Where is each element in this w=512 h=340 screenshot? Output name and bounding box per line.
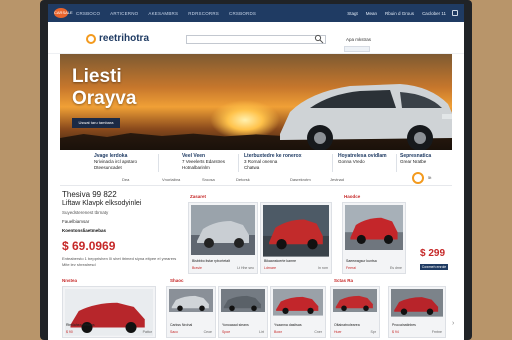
brand[interactable]: reetrihotra xyxy=(86,33,149,44)
car-card[interactable]: Oltainatnolearea Huer Spr xyxy=(330,286,380,338)
feature-subtitle: Liftaw Klavpk elksodyinlei xyxy=(62,200,142,207)
car-card[interactable]: Bisbbbo itstar rpbortetalt Bravie Lt Hhe… xyxy=(188,202,258,274)
car-image xyxy=(169,289,213,313)
filter-chip[interactable]: Detorsk xyxy=(236,177,250,182)
nav-right-item[interactable]: Rbuin d Grous xyxy=(385,11,414,16)
car-card[interactable]: Yonoaaad sieans Spoe Lirt xyxy=(218,286,268,338)
filter-group[interactable]: Lterbuxtedre ke ronerox 3 Rornal onenna … xyxy=(244,153,302,171)
nav-item[interactable]: ARTICERNO xyxy=(110,11,138,16)
nav-right-item[interactable]: Stagt xyxy=(347,11,358,16)
section-label: Zasaret xyxy=(190,194,207,199)
car-image xyxy=(345,205,403,251)
top-nav: CARSALE CRSBOCO ARTICERNO AKESAMBRS RDRS… xyxy=(48,4,464,22)
feature-title: Thesiva 99 822 xyxy=(62,190,117,199)
row-label: Nnstea xyxy=(62,278,78,283)
filter-bar: Jvage lerdoka Nrivinacla ircl apstaro Dt… xyxy=(60,150,452,186)
filter-chip[interactable]: Vnorlaibra xyxy=(162,177,180,182)
feature-line: Koentonsliaetmebas xyxy=(62,228,107,233)
rating-label: 5t xyxy=(428,175,432,180)
row-label: Shaoc xyxy=(170,278,184,283)
filter-group[interactable]: Sepresnatica Grear Nratbe xyxy=(400,153,431,165)
brand-ring-icon xyxy=(86,33,96,44)
car-card[interactable]: Saeewagsur kuntsa Feerai Es drne xyxy=(342,202,406,274)
divider xyxy=(396,154,397,172)
car-card[interactable]: Bikaanstoerte kamre Ldrnare In rom xyxy=(260,202,332,274)
nav-item[interactable]: CRSBORDS xyxy=(229,11,256,16)
search-input[interactable] xyxy=(186,35,326,44)
brand-name: reetrihotra xyxy=(99,33,150,44)
nav-item[interactable]: RDRSCORRS xyxy=(188,11,219,16)
row-label: Sctas Ra xyxy=(334,278,354,283)
car-image xyxy=(273,289,323,316)
car-card[interactable]: Ysaanna dasitsas Bowr Cner xyxy=(270,286,326,338)
hero-banner: Liesti Orayva Uswat taru tambara xyxy=(60,54,452,150)
right-price-button[interactable]: Cowmeh enrole xyxy=(420,264,448,270)
car-image xyxy=(333,289,377,313)
header-link[interactable]: Apa mkstras xyxy=(346,37,371,42)
featured-listing: Thesiva 99 822 Liftaw Klavpk elksodyinle… xyxy=(62,190,182,282)
right-price: $ 299 xyxy=(420,248,446,259)
car-image xyxy=(391,289,443,317)
nav-item[interactable]: AKESAMBRS xyxy=(148,11,178,16)
car-image xyxy=(221,289,265,313)
nav-right-item[interactable]: Caclober 11 xyxy=(422,11,446,16)
hero-cta-button[interactable]: Uswat taru tambara xyxy=(72,118,120,128)
filter-chip[interactable]: Dea xyxy=(122,177,129,182)
site-logo[interactable]: CARSALE xyxy=(54,8,73,18)
account-icon[interactable] xyxy=(452,10,458,16)
car-card[interactable]: Rimllahea peweas $ 90 Pattor xyxy=(62,286,156,338)
search-icon[interactable] xyxy=(314,34,324,44)
filter-group[interactable]: Hoyatrelesa ovidlam Gonna Vredo xyxy=(338,153,387,165)
chevron-right-icon[interactable]: › xyxy=(452,320,454,327)
site-header: reetrihotra Apa mkstras xyxy=(48,22,464,54)
feature-line: Fauelbiamsar xyxy=(62,219,90,224)
car-image xyxy=(191,205,255,255)
car-image xyxy=(263,205,329,257)
header-button[interactable] xyxy=(344,46,370,52)
filter-chip[interactable]: Jevtnad xyxy=(330,177,344,182)
filter-group[interactable]: Veel Veen 7 Veeelerts Edarstres Hotnalba… xyxy=(182,153,225,171)
divider xyxy=(158,154,159,172)
feature-line: Suyedsterenest tbrnaty xyxy=(62,210,109,215)
divider xyxy=(332,154,333,172)
car-card[interactable]: Carkss Nrohal Saco Ceoe xyxy=(166,286,216,338)
nav-right-item[interactable]: Mean xyxy=(366,11,377,16)
screen: CARSALE CRSBOCO ARTICERNO AKESAMBRS RDRS… xyxy=(48,4,464,340)
filter-chip[interactable]: Dasrekrotm xyxy=(290,177,311,182)
rating-circle-icon[interactable] xyxy=(412,172,424,184)
hero-title: Liesti Orayva xyxy=(72,66,137,109)
divider xyxy=(238,154,239,172)
car-image xyxy=(65,289,153,336)
filter-group[interactable]: Jvage lerdoka Nrivinacla ircl apstaro Dt… xyxy=(94,153,137,171)
feature-price: $ 69.0969 xyxy=(62,239,116,253)
filter-chip-highlight[interactable]: Sroosa xyxy=(202,177,215,182)
feature-description: Enteabersto 1 bepprishen 0i shet itrimed… xyxy=(62,256,177,267)
section-label: Haodce xyxy=(344,194,361,199)
hero-car-image xyxy=(280,84,452,150)
car-card[interactable]: Pnocainatinbes $ 94 Frntne xyxy=(388,286,446,338)
nav-item[interactable]: CRSBOCO xyxy=(76,11,100,16)
